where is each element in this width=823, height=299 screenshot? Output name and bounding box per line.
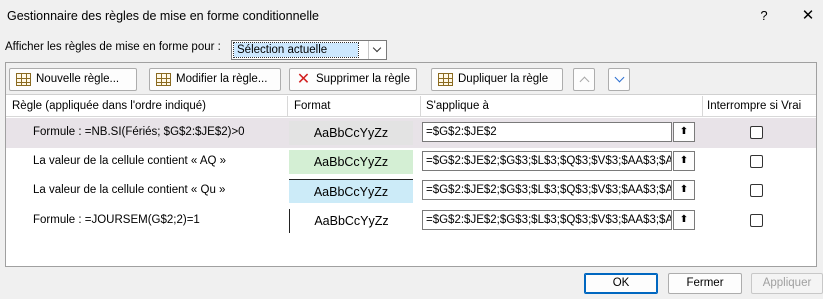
rule-row[interactable]: La valeur de la cellule contient « AQ » A… [6,147,816,177]
stop-if-true-checkbox[interactable] [750,184,763,197]
delete-rule-label: Supprimer la règle [316,73,410,85]
table-grid-icon [16,73,31,86]
stop-if-true-checkbox[interactable] [750,214,763,227]
rule-row[interactable]: Formule : =JOURSEM(G$2;2)=1 AaBbCcYyZz =$G… [6,206,816,236]
edit-rule-label: Modifier la règle... [176,73,268,85]
edit-grid-icon [156,73,171,86]
stop-if-true-checkbox[interactable] [750,126,763,139]
move-down-button[interactable] [608,68,630,91]
format-preview: AaBbCcYyZz [289,150,413,174]
title-bar: Gestionnaire des règles de mise en forme… [0,0,823,36]
help-button[interactable]: ? [755,8,773,26]
apply-button[interactable]: Appliquer [751,273,823,294]
range-select-icon[interactable]: ⬆ [673,151,695,171]
close-button[interactable]: Fermer [668,273,742,294]
col-applies-to: S'applique à [426,100,489,112]
col-divider [420,96,421,117]
applies-to-value: =$G$2:$JE$2;$G$3;$L$3;$Q$3;$V$3;$AA$3;$A… [426,184,672,196]
applies-to-field[interactable]: =$G$2:$JE$2;$G$3;$L$3;$Q$3;$V$3;$AA$3;$A… [422,180,672,200]
chevron-up-icon [579,76,590,87]
format-preview: AaBbCcYyZz [289,209,413,233]
close-icon[interactable]: ✕ [798,6,818,26]
applies-to-field[interactable]: =$G$2:$JE$2;$G$3;$L$3;$Q$3;$V$3;$AA$3;$A… [422,151,672,171]
col-stop-if-true: Interrompre si Vrai [707,100,802,112]
new-rule-button[interactable]: Nouvelle règle... [9,68,137,91]
show-rules-selected: Sélection actuelle [233,42,359,58]
applies-to-field[interactable]: =$G$2:$JE$2 [422,122,672,142]
duplicate-grid-icon [438,73,453,86]
format-preview: AaBbCcYyZz [289,121,413,145]
applies-to-value: =$G$2:$JE$2 [426,126,497,138]
range-select-icon[interactable]: ⬆ [673,180,695,200]
rule-row[interactable]: Formule : =NB.SI(Fériés; $G$2:$JE$2)>0 Aa… [6,118,816,148]
show-rules-select[interactable]: Sélection actuelle [231,40,387,60]
rules-header: Règle (appliquée dans l'ordre indiqué) F… [6,96,816,117]
duplicate-rule-button[interactable]: Dupliquer la règle [431,68,563,91]
applies-to-field[interactable]: =$G$2:$JE$2;$G$3;$L$3;$Q$3;$V$3;$AA$3;$A… [422,210,672,230]
chevron-down-icon [614,72,625,83]
format-preview: AaBbCcYyZz [289,179,413,203]
range-select-icon[interactable]: ⬆ [673,210,695,230]
rule-description: Formule : =JOURSEM(G$2;2)=1 [33,214,200,226]
window-title: Gestionnaire des règles de mise en forme… [7,9,319,23]
applies-to-value: =$G$2:$JE$2;$G$3;$L$3;$Q$3;$V$3;$AA$3;$A… [426,155,672,167]
applies-to-value: =$G$2:$JE$2;$G$3;$L$3;$Q$3;$V$3;$AA$3;$A… [426,214,672,226]
rule-row[interactable]: La valeur de la cellule contient « Qu » A… [6,176,816,206]
rule-description: La valeur de la cellule contient « AQ » [33,155,227,167]
ok-button[interactable]: OK [584,273,658,294]
duplicate-rule-label: Dupliquer la règle [458,73,549,85]
col-divider [287,96,288,117]
col-divider [702,96,703,117]
move-up-button[interactable] [573,68,595,91]
rules-toolbar: Nouvelle règle... Modifier la règle... ✕… [6,63,816,95]
range-select-icon[interactable]: ⬆ [673,122,695,142]
rule-description: La valeur de la cellule contient « Qu » [33,184,226,196]
edit-rule-button[interactable]: Modifier la règle... [149,68,281,91]
chevron-down-icon[interactable] [368,41,386,59]
stop-if-true-checkbox[interactable] [750,155,763,168]
col-rule: Règle (appliquée dans l'ordre indiqué) [12,100,206,112]
col-format: Format [294,100,331,112]
rule-description: Formule : =NB.SI(Fériés; $G$2:$JE$2)>0 [33,126,245,138]
show-rules-label: Afficher les règles de mise en forme pou… [5,41,221,53]
new-rule-label: Nouvelle règle... [36,73,120,85]
rules-panel: Nouvelle règle... Modifier la règle... ✕… [5,62,817,267]
delete-rule-button[interactable]: ✕ Supprimer la règle [289,68,417,91]
delete-x-icon: ✕ [296,71,311,88]
